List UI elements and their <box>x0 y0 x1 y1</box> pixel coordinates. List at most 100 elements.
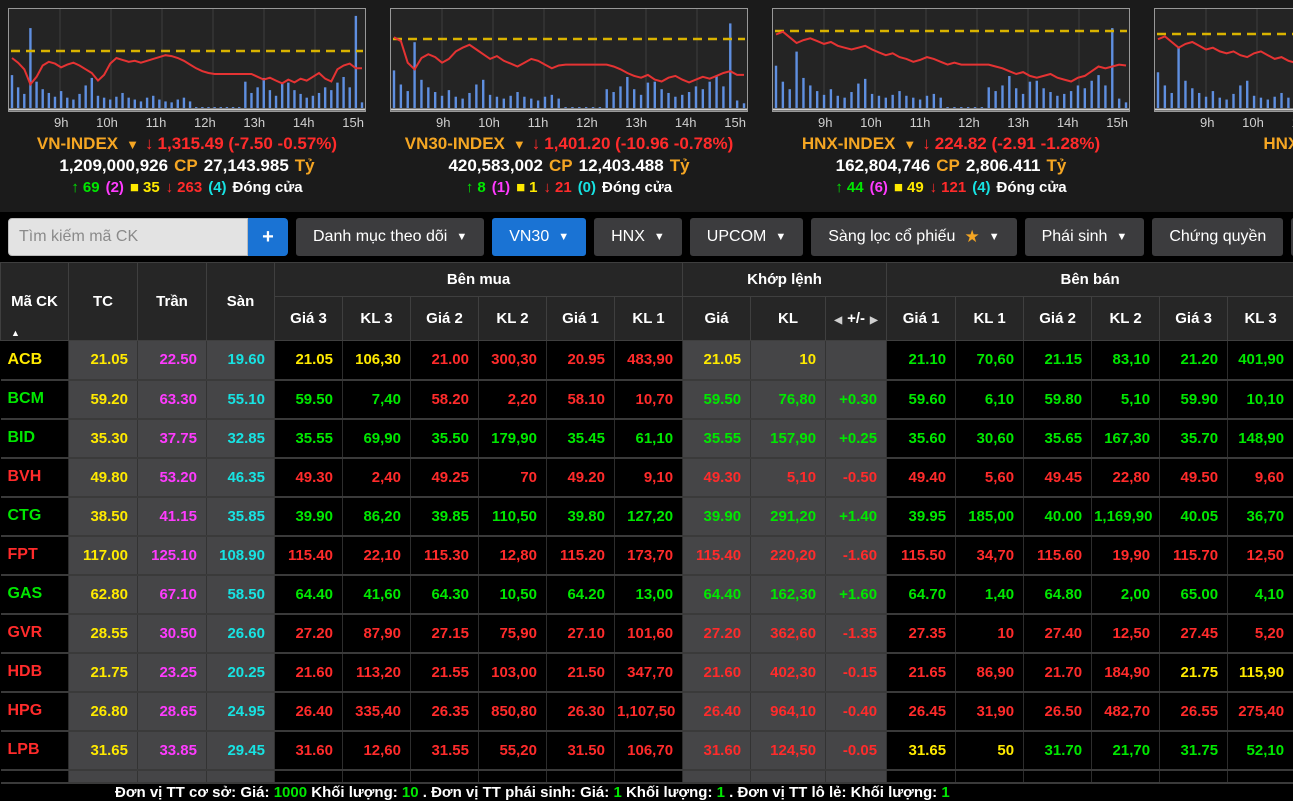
chevron-down-icon[interactable]: ▼ <box>903 137 916 152</box>
match-price-cell[interactable]: 35.55 <box>683 419 751 458</box>
buy-price-cell[interactable]: 115.40 <box>275 536 343 575</box>
sell-price-cell[interactable]: 21.65 <box>887 653 956 692</box>
match-price-cell[interactable]: 59.50 <box>683 380 751 419</box>
sell-price-cell[interactable]: 26.55 <box>1160 692 1228 731</box>
sell-volume-cell[interactable]: 52,10 <box>1228 731 1293 770</box>
chevron-down-icon[interactable]: ▼ <box>513 137 526 152</box>
buy-volume-cell[interactable]: 55,20 <box>479 731 547 770</box>
buy-volume-cell[interactable]: 87,90 <box>343 614 411 653</box>
buy-price-cell[interactable]: 49.25 <box>411 458 479 497</box>
sell-price-cell[interactable]: 27.35 <box>887 614 956 653</box>
ticker-cell[interactable]: GVR <box>1 614 69 653</box>
buy-price-cell[interactable]: 20.95 <box>547 341 615 380</box>
sell-volume-cell[interactable]: 70,60 <box>956 341 1024 380</box>
sell-volume-cell[interactable]: 83,10 <box>1092 341 1160 380</box>
sell-price-cell[interactable]: 21.75 <box>1160 653 1228 692</box>
add-symbol-button[interactable]: + <box>248 218 288 256</box>
col-header-buy-vol2[interactable]: KL 2 <box>479 297 547 341</box>
buy-price-cell[interactable]: 64.20 <box>547 575 615 614</box>
tab-hnx[interactable]: HNX▼ <box>594 218 682 256</box>
ticker-cell[interactable]: BCM <box>1 380 69 419</box>
buy-price-cell[interactable]: 58.10 <box>547 380 615 419</box>
buy-price-cell[interactable]: 27.15 <box>411 614 479 653</box>
match-price-cell[interactable]: 21.05 <box>683 341 751 380</box>
buy-volume-cell[interactable]: 106,30 <box>343 341 411 380</box>
buy-volume-cell[interactable]: 12,60 <box>343 731 411 770</box>
buy-price-cell[interactable]: 115.30 <box>411 536 479 575</box>
sell-volume-cell[interactable]: 31,90 <box>956 692 1024 731</box>
buy-volume-cell[interactable]: 10,50 <box>479 575 547 614</box>
sell-volume-cell[interactable]: 36,70 <box>1228 497 1293 536</box>
sell-volume-cell[interactable]: 2,00 <box>1092 575 1160 614</box>
buy-price-cell[interactable]: 39.90 <box>275 497 343 536</box>
sell-price-cell[interactable]: 21.70 <box>1024 653 1092 692</box>
buy-price-cell[interactable]: 31.55 <box>411 731 479 770</box>
buy-volume-cell[interactable]: 101,60 <box>615 614 683 653</box>
ticker-cell[interactable]: GAS <box>1 575 69 614</box>
sell-volume-cell[interactable]: 1,40 <box>956 575 1024 614</box>
match-price-cell[interactable]: 27.20 <box>683 614 751 653</box>
col-header-floor[interactable]: Sàn <box>207 263 275 341</box>
buy-volume-cell[interactable]: 335,40 <box>343 692 411 731</box>
index-name[interactable]: VN30-INDEX <box>405 134 505 153</box>
ticker-cell[interactable]: HPG <box>1 692 69 731</box>
tab-upcom[interactable]: UPCOM▼ <box>690 218 803 256</box>
sell-price-cell[interactable]: 21.15 <box>1024 341 1092 380</box>
search-input[interactable] <box>8 218 248 256</box>
col-header-sell-vol3[interactable]: KL 3 <box>1228 297 1293 341</box>
tab-sàng-lọc-cổ-phiếu[interactable]: Sàng lọc cổ phiếu★▼ <box>811 218 1016 256</box>
buy-volume-cell[interactable]: 41,60 <box>343 575 411 614</box>
buy-volume-cell[interactable]: 69,90 <box>343 419 411 458</box>
buy-price-cell[interactable]: 39.80 <box>547 497 615 536</box>
sell-price-cell[interactable]: 64.80 <box>1024 575 1092 614</box>
tab-chứng-quyền[interactable]: Chứng quyền <box>1152 218 1283 256</box>
match-price-cell[interactable]: 39.90 <box>683 497 751 536</box>
sell-volume-cell[interactable]: 1,169,90 <box>1092 497 1160 536</box>
sell-volume-cell[interactable]: 5,60 <box>956 458 1024 497</box>
ticker-cell[interactable]: LPB <box>1 731 69 770</box>
page-left-icon[interactable]: ◀ <box>834 315 842 326</box>
ticker-cell[interactable]: CTG <box>1 497 69 536</box>
buy-price-cell[interactable]: 27.10 <box>547 614 615 653</box>
buy-price-cell[interactable]: 31.60 <box>275 731 343 770</box>
sell-price-cell[interactable]: 27.45 <box>1160 614 1228 653</box>
page-right-icon[interactable]: ▶ <box>870 315 878 326</box>
match-price-cell[interactable]: 21.60 <box>683 653 751 692</box>
buy-price-cell[interactable]: 21.00 <box>411 341 479 380</box>
buy-volume-cell[interactable]: 2,40 <box>343 458 411 497</box>
buy-price-cell[interactable]: 64.30 <box>411 575 479 614</box>
buy-price-cell[interactable]: 115.20 <box>547 536 615 575</box>
col-header-change[interactable]: ◀+/-▶ <box>826 297 887 341</box>
col-header-buy-vol1[interactable]: KL 1 <box>615 297 683 341</box>
col-header-sell-price1[interactable]: Giá 1 <box>887 297 956 341</box>
ticker-cell[interactable]: BVH <box>1 458 69 497</box>
buy-volume-cell[interactable]: 9,10 <box>615 458 683 497</box>
sell-price-cell[interactable]: 49.45 <box>1024 458 1092 497</box>
sell-volume-cell[interactable]: 50 <box>956 731 1024 770</box>
col-header-symbol[interactable]: Mã CK ▲ <box>1 263 69 341</box>
buy-volume-cell[interactable]: 2,20 <box>479 380 547 419</box>
buy-volume-cell[interactable]: 106,70 <box>615 731 683 770</box>
col-header-sell-vol1[interactable]: KL 1 <box>956 297 1024 341</box>
sell-price-cell[interactable]: 59.60 <box>887 380 956 419</box>
buy-volume-cell[interactable]: 173,70 <box>615 536 683 575</box>
col-header-buy-price2[interactable]: Giá 2 <box>411 297 479 341</box>
sell-price-cell[interactable]: 21.10 <box>887 341 956 380</box>
col-header-sell-price3[interactable]: Giá 3 <box>1160 297 1228 341</box>
buy-volume-cell[interactable]: 179,90 <box>479 419 547 458</box>
col-header-match-price[interactable]: Giá <box>683 297 751 341</box>
buy-volume-cell[interactable]: 483,90 <box>615 341 683 380</box>
buy-volume-cell[interactable]: 70 <box>479 458 547 497</box>
sell-price-cell[interactable]: 31.75 <box>1160 731 1228 770</box>
buy-price-cell[interactable]: 35.55 <box>275 419 343 458</box>
sell-price-cell[interactable]: 115.50 <box>887 536 956 575</box>
match-price-cell[interactable]: 26.40 <box>683 692 751 731</box>
sell-price-cell[interactable]: 31.70 <box>1024 731 1092 770</box>
buy-volume-cell[interactable]: 850,80 <box>479 692 547 731</box>
match-price-cell[interactable]: 49.30 <box>683 458 751 497</box>
buy-price-cell[interactable]: 39.85 <box>411 497 479 536</box>
buy-volume-cell[interactable]: 22,10 <box>343 536 411 575</box>
buy-volume-cell[interactable]: 61,10 <box>615 419 683 458</box>
sell-volume-cell[interactable]: 4,10 <box>1228 575 1293 614</box>
intraday-chart-hnx-index[interactable] <box>772 8 1130 112</box>
